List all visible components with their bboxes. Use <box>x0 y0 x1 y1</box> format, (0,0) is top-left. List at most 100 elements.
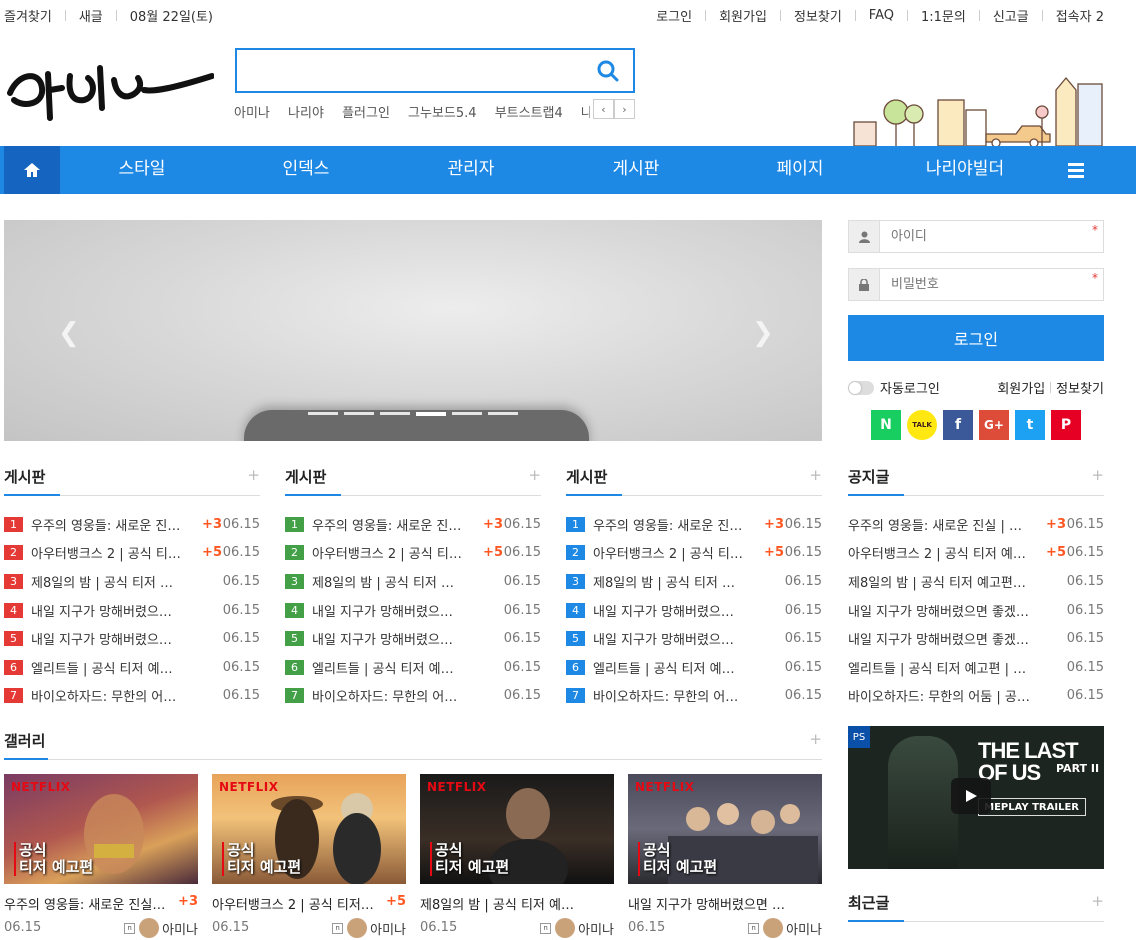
list-item[interactable]: 3 제8일의 밤 | 공식 티저 예고편 | 넷플릭스 06.15 <box>566 567 822 596</box>
post-title[interactable]: 아우터뱅크스 2 | 공식 티저 예고편 | 넷플릭스 <box>31 543 181 562</box>
signup-link[interactable]: 회원가입 <box>997 378 1045 397</box>
search-input[interactable] <box>237 50 577 91</box>
popular-keyword[interactable]: 그누보드5.4 <box>408 106 477 121</box>
google-plus-icon[interactable]: G+ <box>979 410 1009 440</box>
list-item[interactable]: 내일 지구가 망해버렸으면 좋겠어 | 공식 예고편 06.15 <box>848 596 1104 625</box>
post-title[interactable]: 우주의 영웅들: 새로운 진실 | 공식 티저 예고편 | 넷플릭스 <box>593 515 743 534</box>
list-item[interactable]: 5 내일 지구가 망해버렸으면 좋겠어 | 공식 예고편 06.15 <box>566 624 822 653</box>
post-title[interactable]: 제8일의 밤 | 공식 티저 예고편 | 넷플릭스 <box>593 572 743 591</box>
list-item[interactable]: 5 내일 지구가 망해버렸으면 좋겠어 | 공식 예고편 06.15 <box>285 624 541 653</box>
chevron-right-icon[interactable]: › <box>614 99 635 119</box>
kakao-icon[interactable]: TALK <box>907 410 937 440</box>
menu-icon[interactable] <box>1066 160 1086 180</box>
more-icon[interactable]: + <box>528 466 541 484</box>
post-title[interactable]: 내일 지구가 망해버렸으면 좋겠어 | 공식 예고편 <box>31 601 181 620</box>
board-title[interactable]: 게시판 <box>285 466 326 487</box>
post-title[interactable]: 바이오하자드: 무한의 어둠 | 공식 예고편 <box>593 686 743 705</box>
post-title[interactable]: 내일 지구가 망해버렸으면 좋겠어 | 공식 예고편 <box>312 601 462 620</box>
slider-dot[interactable] <box>380 412 410 415</box>
list-item[interactable]: 3 제8일의 밤 | 공식 티저 예고편 | 넷플릭스 06.15 <box>4 567 260 596</box>
recent-title[interactable]: 최근글 <box>848 892 889 913</box>
list-item[interactable]: 4 내일 지구가 망해버렸으면 좋겠어 | 공식 예고편 06.15 <box>285 596 541 625</box>
post-title[interactable]: 제8일의 밤 | 공식 티저 예고편 | 넷플릭스 <box>848 572 1030 591</box>
post-title[interactable]: 내일 지구가 망해버렸으면 좋겠어 | 공식 예고편 <box>312 629 462 648</box>
gallery-thumbnail[interactable]: NETFLIX 공식 티저 예고편 <box>420 774 614 884</box>
gallery-item[interactable]: NETFLIX 공식티저 예고편 내일 지구가 망해버렸으면 좋겠어 | 공식 … <box>628 774 822 938</box>
author[interactable]: n 아미나 <box>124 918 198 938</box>
bookmark-link[interactable]: 즐겨찾기 <box>4 6 52 25</box>
post-title[interactable]: 아우터뱅크스 2 | 공식 티저 예고편 | 넷플릭스 <box>848 543 1030 562</box>
gallery-item[interactable]: NETFLIX 공식티저 예고편 아우터뱅크스 2 | 공식 티저 예고편+5 … <box>212 774 406 938</box>
slider-prev-icon[interactable]: ❮ <box>58 318 80 348</box>
find-info-link[interactable]: 정보찾기 <box>1056 378 1104 397</box>
post-title[interactable]: 내일 지구가 망해버렸으면 좋겠어 | 공식 예고편 <box>593 629 743 648</box>
post-title[interactable]: 우주의 영웅들: 새로운 진실 | 공식 티저 예고편 | 넷플릭스 <box>31 515 181 534</box>
auto-login[interactable]: 자동로그인 <box>848 378 940 397</box>
list-item[interactable]: 1 우주의 영웅들: 새로운 진실 | 공식 티저 예고편 | 넷플릭스 +306.… <box>4 510 260 539</box>
post-title[interactable]: 바이오하자드: 무한의 어둠 | 공식 예고편 <box>848 686 1030 705</box>
twitter-icon[interactable]: t <box>1015 410 1045 440</box>
list-item[interactable]: 3 제8일의 밤 | 공식 티저 예고편 | 넷플릭스 06.15 <box>285 567 541 596</box>
report-link[interactable]: 신고글 <box>993 6 1029 25</box>
post-title[interactable]: 엘리트들 | 공식 티저 예고편 | 넷플릭스 <box>593 658 743 677</box>
login-link[interactable]: 로그인 <box>656 6 692 25</box>
pinterest-icon[interactable]: P <box>1051 410 1081 440</box>
popular-keyword[interactable]: 부트스트랩4 <box>495 106 563 121</box>
popular-keyword[interactable]: 플러그인 <box>342 106 390 121</box>
post-title[interactable]: 내일 지구가 망해버렸으면 좋겠어 | 공식 예고편 <box>593 601 743 620</box>
nav-item-board[interactable]: 게시판 <box>578 146 694 194</box>
popular-keyword[interactable]: 나리야 <box>288 106 324 121</box>
gallery-item-title[interactable]: 내일 지구가 망해버렸으면 좋겠어 | 공식 예고편 <box>628 894 793 913</box>
post-title[interactable]: 바이오하자드: 무한의 어둠 | 공식 예고편 <box>312 686 462 705</box>
more-icon[interactable]: + <box>1091 892 1104 910</box>
nav-item-style[interactable]: 스타일 <box>84 146 200 194</box>
site-logo[interactable] <box>4 48 214 123</box>
gallery-item-title[interactable]: 아우터뱅크스 2 | 공식 티저 예고편 <box>212 894 377 913</box>
home-button[interactable] <box>4 146 60 194</box>
post-title[interactable]: 엘리트들 | 공식 티저 예고편 | 넷플릭스 <box>848 658 1030 677</box>
list-item[interactable]: 6 엘리트들 | 공식 티저 예고편 | 넷플릭스 06.15 <box>285 653 541 682</box>
play-button[interactable] <box>951 778 991 814</box>
slider-dot[interactable] <box>344 412 374 415</box>
visitors-link[interactable]: 접속자 2 <box>1056 6 1104 25</box>
post-title[interactable]: 아우터뱅크스 2 | 공식 티저 예고편 | 넷플릭스 <box>312 543 462 562</box>
list-item[interactable]: 엘리트들 | 공식 티저 예고편 | 넷플릭스 06.15 <box>848 653 1104 682</box>
list-item[interactable]: 5 내일 지구가 망해버렸으면 좋겠어 | 공식 예고편 06.15 <box>4 624 260 653</box>
slider-dot[interactable] <box>452 412 482 415</box>
more-icon[interactable]: + <box>1091 466 1104 484</box>
list-item[interactable]: 바이오하자드: 무한의 어둠 | 공식 예고편 06.15 <box>848 682 1104 711</box>
post-title[interactable]: 엘리트들 | 공식 티저 예고편 | 넷플릭스 <box>31 658 181 677</box>
list-item[interactable]: 우주의 영웅들: 새로운 진실 | 공식 티저 예고편 | 넷플릭스 +306.1… <box>848 510 1104 539</box>
search-icon[interactable] <box>597 60 619 82</box>
slider-dot[interactable] <box>488 412 518 415</box>
slider-dot-active[interactable] <box>416 412 446 416</box>
gallery-item-title[interactable]: 우주의 영웅들: 새로운 진실 | 공식 티저 예고편 <box>4 894 169 913</box>
author[interactable]: n 아미나 <box>332 918 406 938</box>
board-title[interactable]: 게시판 <box>4 466 45 487</box>
post-title[interactable]: 내일 지구가 망해버렸으면 좋겠어 | 공식 예고편 <box>848 601 1030 620</box>
list-item[interactable]: 4 내일 지구가 망해버렸으면 좋겠어 | 공식 예고편 06.15 <box>4 596 260 625</box>
post-title[interactable]: 내일 지구가 망해버렸으면 좋겠어 | 공식 예고편 <box>31 629 181 648</box>
post-title[interactable]: 아우터뱅크스 2 | 공식 티저 예고편 | 넷플릭스 <box>593 543 743 562</box>
list-item[interactable]: 2 아우터뱅크스 2 | 공식 티저 예고편 | 넷플릭스 +506.15 <box>285 539 541 568</box>
list-item[interactable]: 1 우주의 영웅들: 새로운 진실 | 공식 티저 예고편 | 넷플릭스 +306.… <box>566 510 822 539</box>
nav-item-page[interactable]: 페이지 <box>742 146 858 194</box>
more-icon[interactable]: + <box>809 730 822 748</box>
facebook-icon[interactable]: f <box>943 410 973 440</box>
author[interactable]: n 아미나 <box>540 918 614 938</box>
list-item[interactable]: 2 아우터뱅크스 2 | 공식 티저 예고편 | 넷플릭스 +506.15 <box>4 539 260 568</box>
post-title[interactable]: 내일 지구가 망해버렸으면 좋겠어 | 공식 예고편 <box>848 629 1030 648</box>
video-player[interactable]: PS THE LAST OF US PART II MEPLAY TRAILER <box>848 726 1104 869</box>
list-item[interactable]: 6 엘리트들 | 공식 티저 예고편 | 넷플릭스 06.15 <box>566 653 822 682</box>
list-item[interactable]: 7 바이오하자드: 무한의 어둠 | 공식 예고편 06.15 <box>285 682 541 711</box>
chevron-left-icon[interactable]: ‹ <box>593 99 614 119</box>
naver-icon[interactable]: N <box>871 410 901 440</box>
post-title[interactable]: 제8일의 밤 | 공식 티저 예고편 | 넷플릭스 <box>312 572 462 591</box>
list-item[interactable]: 내일 지구가 망해버렸으면 좋겠어 | 공식 예고편 06.15 <box>848 624 1104 653</box>
list-item[interactable]: 제8일의 밤 | 공식 티저 예고편 | 넷플릭스 06.15 <box>848 567 1104 596</box>
new-posts-link[interactable]: 새글 <box>79 6 103 25</box>
board-title[interactable]: 게시판 <box>566 466 607 487</box>
list-item[interactable]: 2 아우터뱅크스 2 | 공식 티저 예고편 | 넷플릭스 +506.15 <box>566 539 822 568</box>
signup-link[interactable]: 회원가입 <box>719 6 767 25</box>
list-item[interactable]: 1 우주의 영웅들: 새로운 진실 | 공식 티저 예고편 | 넷플릭스 +306.… <box>285 510 541 539</box>
